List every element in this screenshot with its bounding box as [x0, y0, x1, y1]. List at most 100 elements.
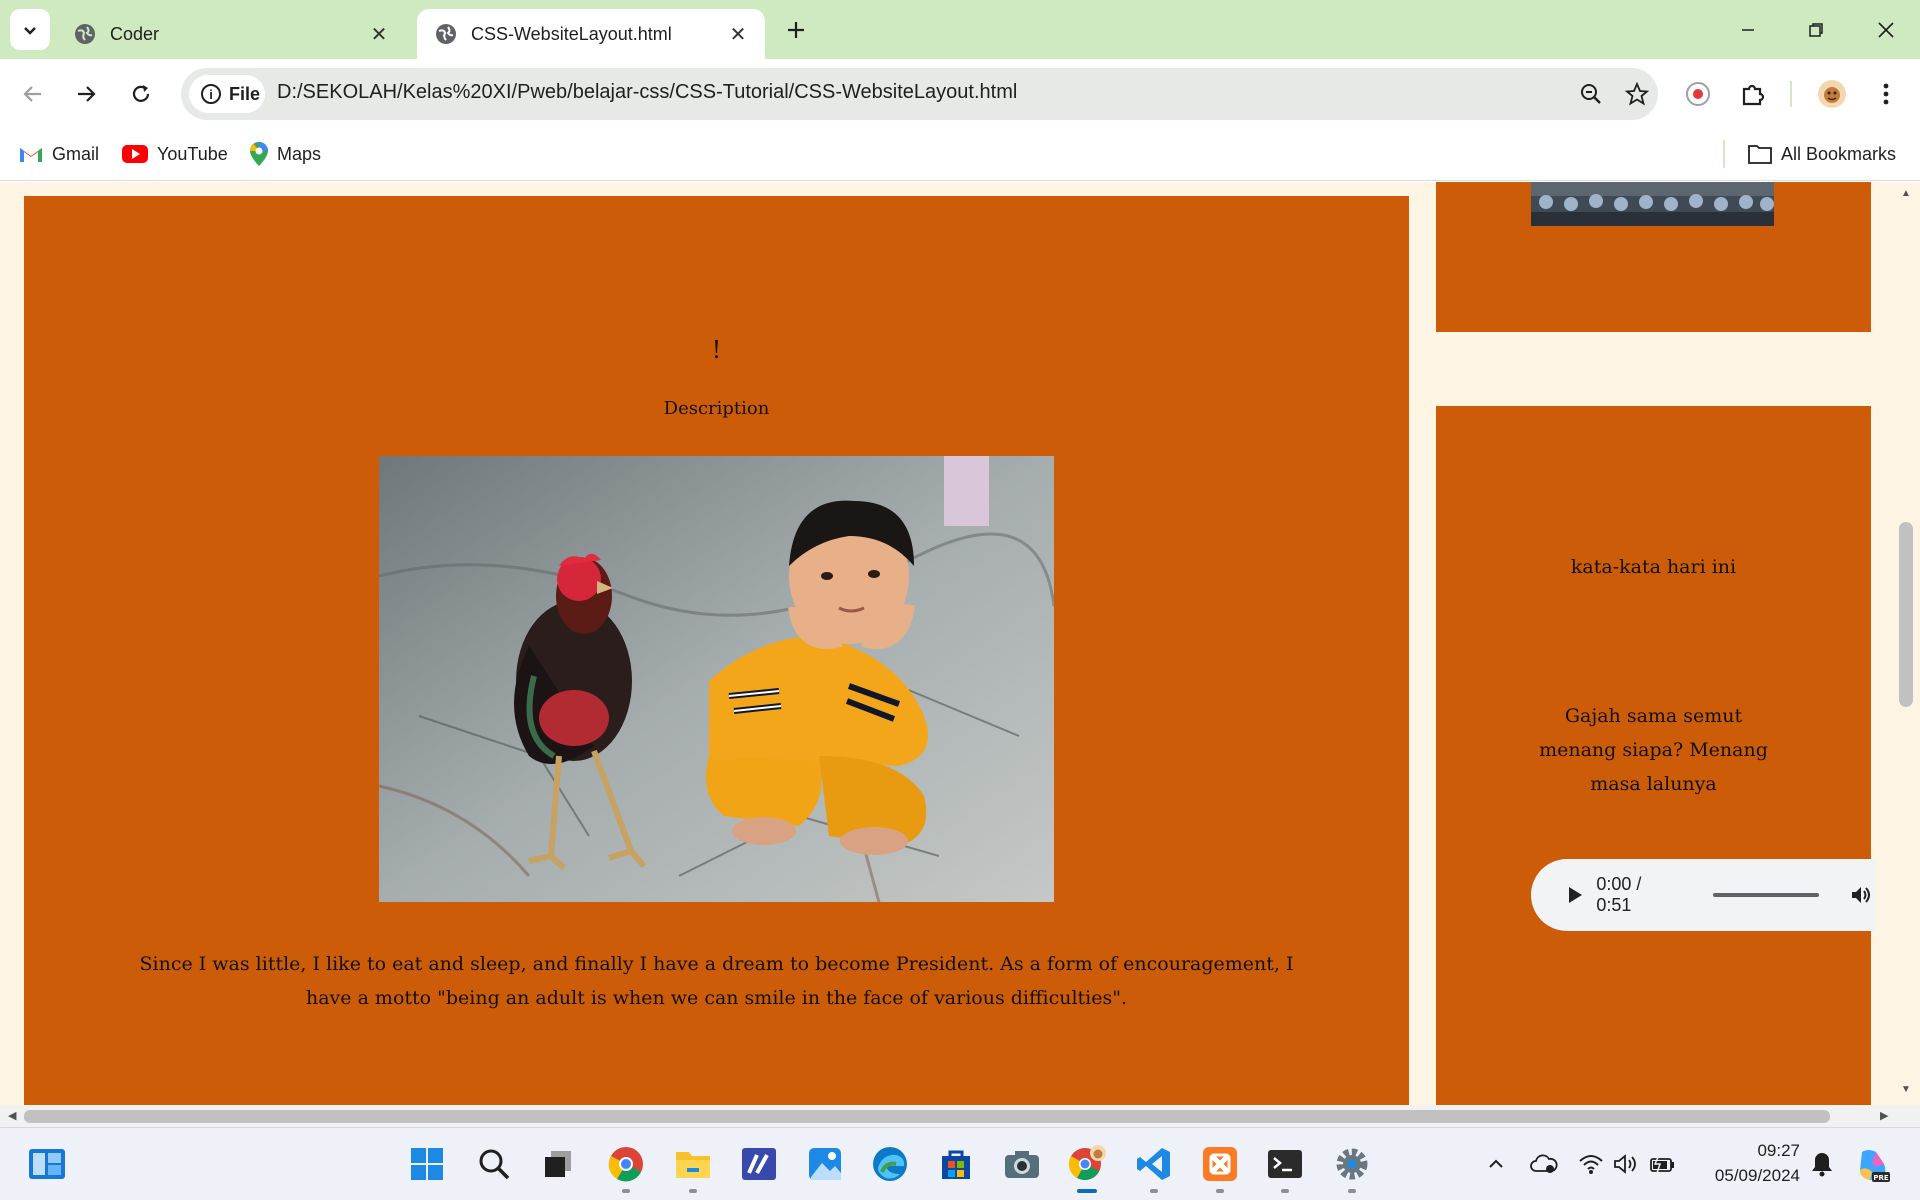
bookmark-maps[interactable]: Maps [250, 139, 321, 169]
tab-coder[interactable]: Coder ✕ [56, 9, 406, 59]
taskbar-clock[interactable]: 09:27 05/09/2024 [1690, 1138, 1800, 1188]
bookmark-youtube[interactable]: YouTube [122, 139, 228, 169]
maps-icon [250, 142, 268, 166]
xampp-app[interactable] [1197, 1141, 1243, 1193]
site-info-chip[interactable]: i File [189, 75, 265, 113]
main-heading: ! [711, 336, 722, 364]
store-app[interactable] [933, 1141, 979, 1187]
show-hidden-icons-button[interactable] [1480, 1148, 1512, 1180]
tab-css-websitelayout[interactable]: CSS-WebsiteLayout.html ✕ [417, 9, 765, 59]
scroll-left-arrow[interactable]: ◀ [8, 1109, 16, 1122]
page-viewport: ! Description Since I was little, I like… [0, 182, 1920, 1105]
gmail-icon [20, 148, 42, 162]
more-vert-icon [1883, 83, 1889, 105]
restore-button[interactable] [1796, 10, 1836, 50]
avatar-icon [1818, 80, 1846, 108]
browser-toolbar: i File D:/SEKOLAH/Kelas%20XI/Pweb/belaja… [0, 59, 1920, 129]
record-extension-button[interactable] [1678, 74, 1718, 114]
star-icon [1625, 82, 1649, 106]
edge-app[interactable] [867, 1141, 913, 1187]
reload-button[interactable] [121, 74, 161, 114]
scroll-right-arrow[interactable]: ▶ [1880, 1109, 1888, 1122]
file-explorer-icon [676, 1152, 710, 1178]
onedrive-tray[interactable] [1528, 1148, 1560, 1180]
task-view-icon [545, 1151, 571, 1177]
address-bar[interactable]: i File D:/SEKOLAH/Kelas%20XI/Pweb/belaja… [181, 68, 1658, 120]
bookmarks-divider [1723, 140, 1725, 168]
boy-rooster-photo [379, 456, 1054, 902]
running-indicator [1150, 1189, 1158, 1193]
vscode-app[interactable] [1131, 1141, 1177, 1193]
sidebar-card-top [1436, 182, 1871, 332]
close-window-button[interactable] [1866, 10, 1906, 50]
running-indicator [1348, 1189, 1356, 1193]
url-text[interactable]: D:/SEKOLAH/Kelas%20XI/Pweb/belajar-css/C… [277, 81, 1017, 104]
close-icon[interactable]: ✕ [368, 23, 390, 46]
notifications-button[interactable] [1806, 1148, 1838, 1180]
chrome-profile-app[interactable] [1064, 1141, 1110, 1193]
zoom-button[interactable] [1575, 78, 1607, 110]
audio-seek-slider[interactable] [1713, 893, 1819, 897]
puzzle-icon [1742, 84, 1765, 106]
bookmark-label: Gmail [52, 143, 100, 164]
bookmark-label: YouTube [157, 143, 228, 164]
photos-app[interactable] [802, 1141, 848, 1187]
volume-button[interactable] [1849, 881, 1876, 909]
bookmark-star-button[interactable] [1621, 78, 1653, 110]
chevron-up-icon [1489, 1159, 1503, 1168]
reload-icon [132, 85, 150, 102]
task-view-button[interactable] [535, 1141, 581, 1187]
search-button[interactable] [471, 1141, 517, 1187]
minimize-button[interactable] [1728, 10, 1768, 50]
chip-label: File [229, 83, 261, 104]
chrome-app[interactable] [603, 1141, 649, 1193]
scroll-down-arrow[interactable]: ▼ [1901, 1084, 1911, 1095]
plus-icon [788, 22, 804, 38]
horizontal-scrollbar[interactable]: ◀ ▶ [0, 1105, 1920, 1127]
restore-icon [1809, 23, 1823, 37]
bookmark-label: Maps [277, 143, 322, 164]
zoom-icon [1581, 84, 1601, 104]
group-photo-illustration [1531, 182, 1774, 226]
edge-icon [873, 1147, 907, 1181]
wifi-tray[interactable] [1575, 1148, 1607, 1180]
copilot-button[interactable]: PRE [1853, 1145, 1893, 1185]
camera-icon [1005, 1151, 1039, 1178]
scrollbar-thumb[interactable] [24, 1110, 1830, 1123]
arrow-left-icon [23, 86, 41, 102]
forward-button[interactable] [66, 74, 106, 114]
camera-app[interactable] [999, 1141, 1045, 1187]
vertical-scrollbar[interactable]: ▲ ▼ [1895, 182, 1920, 1105]
start-button[interactable] [404, 1141, 450, 1187]
extensions-button[interactable] [1733, 74, 1773, 114]
globe-icon [75, 24, 95, 44]
cloud-icon [1530, 1154, 1558, 1173]
scroll-up-arrow[interactable]: ▲ [1901, 188, 1911, 199]
close-icon[interactable]: ✕ [727, 23, 749, 46]
terminal-app[interactable] [1262, 1141, 1308, 1193]
bookmark-gmail[interactable]: Gmail [19, 139, 99, 169]
profile-button[interactable] [1812, 74, 1852, 114]
back-button[interactable] [13, 74, 53, 114]
main-content-card: ! Description Since I was little, I like… [24, 196, 1409, 1105]
visual-studio-app[interactable] [736, 1141, 782, 1187]
all-bookmarks-button[interactable]: All Bookmarks [1748, 139, 1896, 169]
folder-icon [1748, 145, 1772, 164]
menu-button[interactable] [1866, 74, 1906, 114]
clock-time: 09:27 [1757, 1141, 1800, 1160]
scrollbar-thumb[interactable] [1899, 522, 1913, 707]
speaker-icon [1614, 1154, 1636, 1174]
play-button[interactable] [1561, 881, 1588, 909]
battery-tray[interactable] [1647, 1148, 1679, 1180]
bell-icon [1812, 1153, 1832, 1177]
widgets-button[interactable] [24, 1141, 70, 1187]
chevron-down-icon [24, 26, 36, 35]
bookmarks-bar: Gmail YouTube Maps All Bookmarks [0, 129, 1920, 181]
settings-app[interactable] [1329, 1141, 1375, 1193]
file-explorer-app[interactable] [670, 1141, 716, 1193]
volume-tray[interactable] [1610, 1148, 1642, 1180]
tab-search-button[interactable] [10, 9, 50, 50]
new-tab-button[interactable] [780, 14, 812, 46]
sidebar-card: kata-kata hari ini Gajah sama semut mena… [1436, 406, 1876, 1105]
arrow-right-icon [78, 86, 96, 102]
